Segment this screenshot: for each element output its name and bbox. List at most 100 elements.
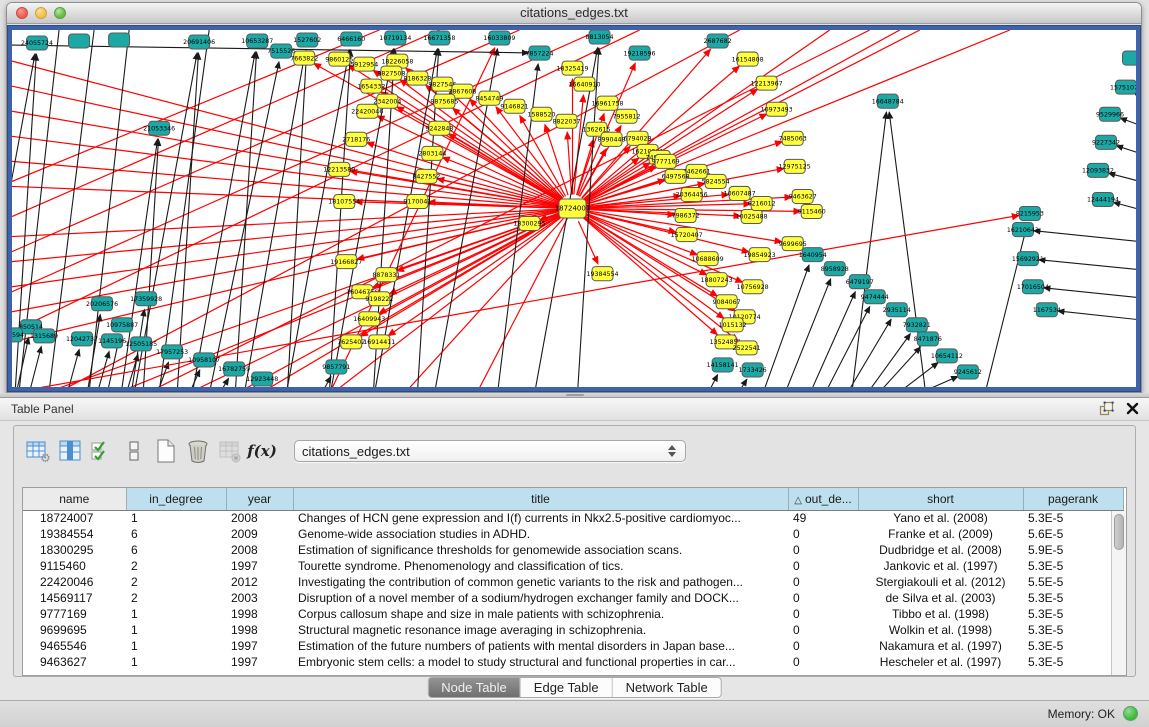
table-cell[interactable]: Wolkin et al. (1998): [858, 622, 1023, 638]
table-cell[interactable]: 1998: [226, 622, 293, 638]
table-cell[interactable]: Tourette syndrome. Phenomenology and cla…: [293, 558, 788, 574]
trash-icon[interactable]: [182, 436, 214, 466]
close-window-button[interactable]: [16, 7, 28, 19]
new-document-button[interactable]: [150, 436, 182, 466]
table-cell[interactable]: 5.3E-5: [1023, 622, 1123, 638]
table-cell[interactable]: Changes of HCN gene expression and I(f) …: [293, 510, 788, 526]
row-height-button[interactable]: [118, 436, 150, 466]
graph-node[interactable]: [69, 34, 90, 48]
table-cell[interactable]: 0: [788, 542, 858, 558]
table-cell[interactable]: 18300295: [23, 542, 126, 558]
table-cell[interactable]: Structural magnetic resonance image aver…: [293, 622, 788, 638]
row-check-button[interactable]: [86, 436, 118, 466]
table-cell[interactable]: 1997: [226, 654, 293, 670]
tab-network-table[interactable]: Network Table: [612, 678, 721, 697]
graph-node[interactable]: [1122, 51, 1136, 65]
table-cell[interactable]: 1998: [226, 606, 293, 622]
table-settings-button[interactable]: ⚙: [22, 436, 54, 466]
table-cell[interactable]: 0: [788, 606, 858, 622]
table-cell[interactable]: 5.5E-5: [1023, 574, 1123, 590]
table-cell[interactable]: 19384554: [23, 526, 126, 542]
table-cell[interactable]: 5.3E-5: [1023, 606, 1123, 622]
table-cell[interactable]: 0: [788, 622, 858, 638]
table-cell[interactable]: Nakamura et al. (1997): [858, 638, 1023, 654]
table-cell[interactable]: 49: [788, 510, 858, 526]
table-cell[interactable]: 6: [126, 542, 226, 558]
table-cell[interactable]: 22420046: [23, 574, 126, 590]
table-scrollbar[interactable]: [1111, 511, 1126, 675]
table-select-dropdown[interactable]: citations_edges.txt: [294, 440, 686, 462]
table-cell[interactable]: 1997: [226, 638, 293, 654]
column-header-title[interactable]: title: [293, 488, 788, 510]
table-cell[interactable]: Corpus callosum shape and size in male p…: [293, 606, 788, 622]
table-cell[interactable]: 2009: [226, 526, 293, 542]
table-cell[interactable]: 9463627: [23, 654, 126, 670]
table-cell[interactable]: Dudbridge et al. (2008): [858, 542, 1023, 558]
table-cell[interactable]: 0: [788, 558, 858, 574]
table-cell[interactable]: 0: [788, 574, 858, 590]
table-cell[interactable]: 0: [788, 590, 858, 606]
column-header-outde[interactable]: △out_de...: [788, 488, 858, 510]
graph-node[interactable]: [109, 33, 130, 47]
column-header-pagerank[interactable]: pagerank: [1023, 488, 1123, 510]
float-panel-icon[interactable]: [1099, 401, 1114, 421]
table-cell[interactable]: Stergiakouli et al. (2012): [858, 574, 1023, 590]
table-cell[interactable]: 9699695: [23, 622, 126, 638]
table-cell[interactable]: 1: [126, 622, 226, 638]
table-cell[interactable]: 1: [126, 510, 226, 526]
table-row[interactable]: 1456911722003Disruption of a novel membe…: [23, 590, 1123, 606]
table-cell[interactable]: 0: [788, 526, 858, 542]
network-canvas[interactable]: 1872400724055724206914061065328715276026…: [12, 30, 1136, 387]
table-cell[interactable]: Embryonic stem cells: a model to study s…: [293, 654, 788, 670]
table-cell[interactable]: 1997: [226, 558, 293, 574]
table-cell[interactable]: 2012: [226, 574, 293, 590]
table-cell[interactable]: Genome-wide association studies in ADHD.: [293, 526, 788, 542]
table-cell[interactable]: 9465546: [23, 638, 126, 654]
table-cell[interactable]: Disruption of a novel member of a sodium…: [293, 590, 788, 606]
table-row[interactable]: 911546021997Tourette syndrome. Phenomeno…: [23, 558, 1123, 574]
table-cell[interactable]: 9115460: [23, 558, 126, 574]
table-cell[interactable]: Yano et al. (2008): [858, 510, 1023, 526]
table-cell[interactable]: 1: [126, 638, 226, 654]
column-header-indegree[interactable]: in_degree: [126, 488, 226, 510]
table-cell[interactable]: de Silva et al. (2003): [858, 590, 1023, 606]
table-row[interactable]: 1872400712008Changes of HCN gene express…: [23, 510, 1123, 526]
table-cell[interactable]: 2003: [226, 590, 293, 606]
window-titlebar[interactable]: citations_edges.txt: [7, 3, 1141, 24]
table-cell[interactable]: 2: [126, 558, 226, 574]
close-panel-icon[interactable]: [1126, 402, 1139, 420]
table-cell[interactable]: 9777169: [23, 606, 126, 622]
column-header-short[interactable]: short: [858, 488, 1023, 510]
table-cell[interactable]: 2008: [226, 510, 293, 526]
table-cell[interactable]: 0: [788, 638, 858, 654]
table-cell[interactable]: 1: [126, 654, 226, 670]
table-row[interactable]: 1938455462009Genome-wide association stu…: [23, 526, 1123, 542]
table-cell[interactable]: 5.3E-5: [1023, 654, 1123, 670]
table-row[interactable]: 2242004622012Investigating the contribut…: [23, 574, 1123, 590]
table-cell[interactable]: 0: [788, 654, 858, 670]
table-cell[interactable]: 5.3E-5: [1023, 638, 1123, 654]
column-select-button[interactable]: [54, 436, 86, 466]
table-cell[interactable]: 1: [126, 606, 226, 622]
table-cell[interactable]: 14569117: [23, 590, 126, 606]
table-row[interactable]: 1830029562008Estimation of significance …: [23, 542, 1123, 558]
table-cell[interactable]: Estimation of the future numbers of pati…: [293, 638, 788, 654]
column-header-name[interactable]: name: [23, 488, 126, 510]
zoom-window-button[interactable]: [54, 7, 66, 19]
table-cell[interactable]: 2: [126, 590, 226, 606]
column-header-year[interactable]: year: [226, 488, 293, 510]
table-cell[interactable]: Investigating the contribution of common…: [293, 574, 788, 590]
table-cell[interactable]: Jankovic et al. (1997): [858, 558, 1023, 574]
table-cell[interactable]: Franke et al. (2009): [858, 526, 1023, 542]
table-cell[interactable]: 5.3E-5: [1023, 590, 1123, 606]
table-cell[interactable]: Tibbo et al. (1998): [858, 606, 1023, 622]
attribute-table[interactable]: namein_degreeyeartitle△out_de...shortpag…: [23, 488, 1123, 670]
table-cell[interactable]: 18724007: [23, 510, 126, 526]
tab-node-table[interactable]: Node Table: [428, 678, 520, 697]
table-cell[interactable]: 5.3E-5: [1023, 558, 1123, 574]
table-cell[interactable]: Hescheler et al. (1997): [858, 654, 1023, 670]
table-cell[interactable]: Estimation of significance thresholds fo…: [293, 542, 788, 558]
memory-ok-indicator[interactable]: [1123, 706, 1138, 721]
table-row[interactable]: 946554611997Estimation of the future num…: [23, 638, 1123, 654]
table-row[interactable]: 946362711997Embryonic stem cells: a mode…: [23, 654, 1123, 670]
